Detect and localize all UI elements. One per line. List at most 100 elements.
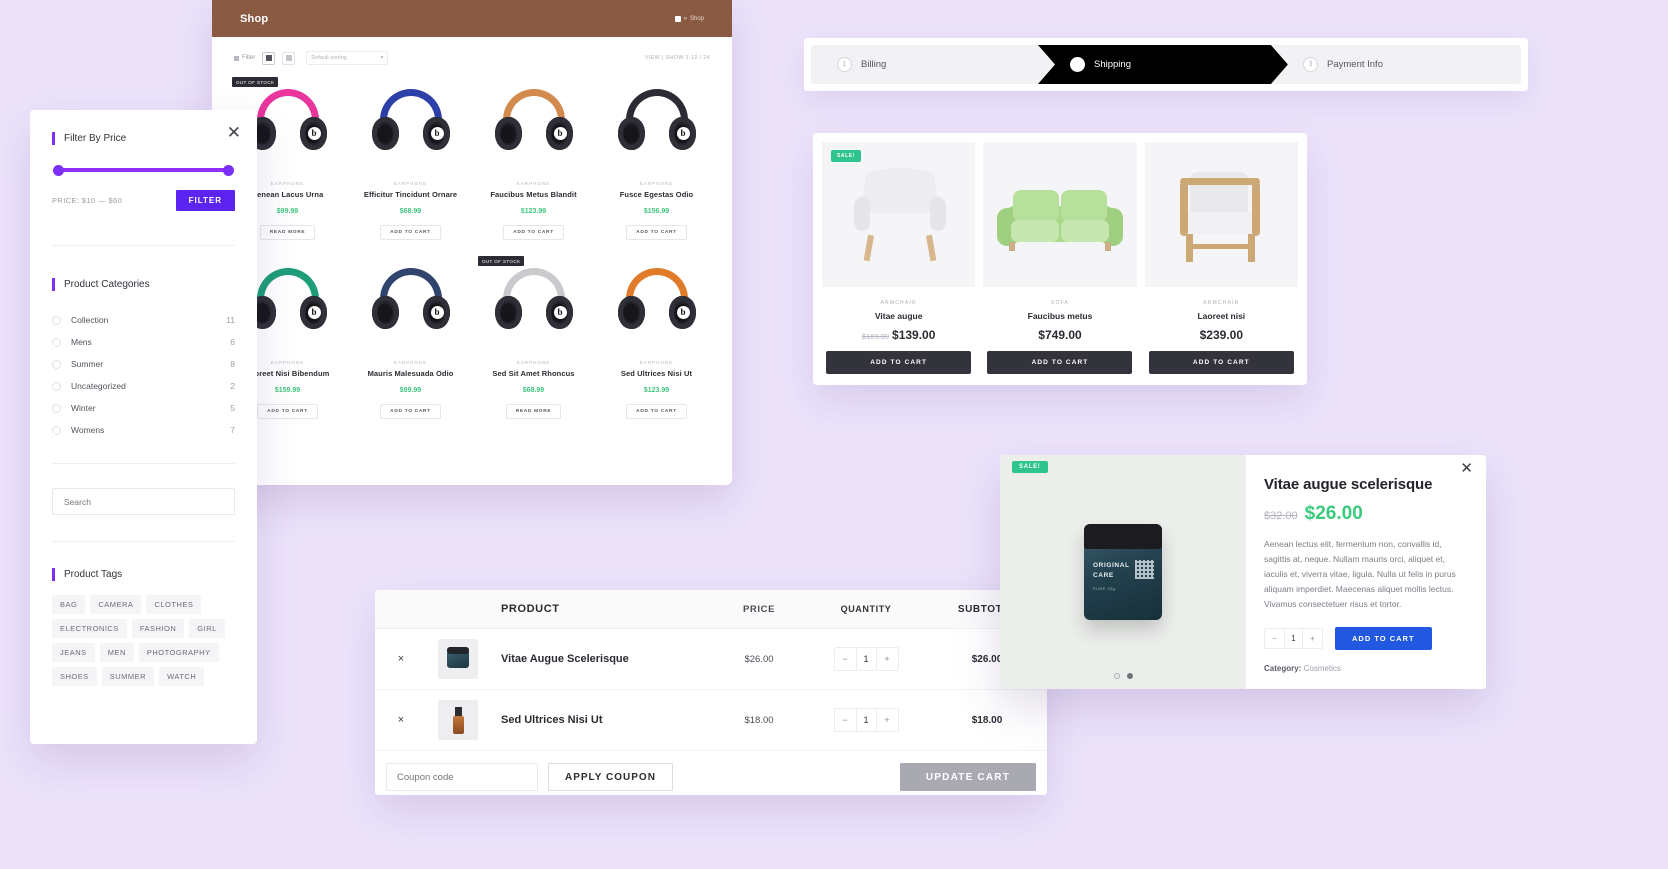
product-action-button[interactable]: ADD TO CART [503, 225, 564, 240]
product-price: $123.99 [520, 208, 547, 215]
category-row[interactable]: Winter 5 [52, 397, 235, 419]
furniture-product-card[interactable]: SALE! ARMCHAIR Vitae augue $169.00 $139.00 AD… [822, 142, 976, 376]
quantity-value[interactable]: 1 [1284, 629, 1303, 649]
product-card[interactable]: b EARPHONE Efficitur Tincidunt Ornare $68.9… [349, 73, 472, 252]
gallery-dot-2[interactable] [1126, 673, 1133, 679]
grid-view-button[interactable] [262, 51, 276, 65]
product-action-button[interactable]: ADD TO CART [380, 404, 441, 419]
product-action-button[interactable]: ADD TO CART [380, 225, 441, 240]
home-icon[interactable] [674, 15, 681, 22]
armchair-illustration [853, 168, 946, 262]
category-radio[interactable] [52, 381, 61, 391]
jar-text-2: CARE [1093, 572, 1114, 579]
filter-button[interactable]: FILTER [175, 190, 235, 211]
product-image: b [476, 77, 591, 175]
product-card[interactable]: b EARPHONE Fusce Egestas Odio $156.99 ADD TO… [595, 73, 718, 252]
category-radio[interactable] [52, 337, 61, 347]
quantity-increase-button[interactable]: + [877, 648, 898, 670]
slider-handle-min[interactable] [53, 165, 64, 176]
product-tag[interactable]: GIRL [189, 619, 225, 638]
category-radio[interactable] [52, 359, 61, 369]
quantity-value[interactable]: 1 [855, 648, 877, 670]
close-icon[interactable]: ✕ [1460, 461, 1473, 476]
close-icon[interactable]: ✕ [227, 124, 241, 141]
product-tag[interactable]: SHOES [52, 667, 97, 686]
remove-item-button[interactable]: × [375, 714, 427, 726]
quantity-increase-button[interactable]: + [1303, 629, 1322, 648]
sort-dropdown[interactable]: Default sorting ▾ [306, 51, 389, 65]
product-action-button[interactable]: ADD TO CART [626, 225, 687, 240]
category-count: 11 [226, 315, 235, 325]
product-quickview-modal: SALE! ORIGINAL CARE PURE 25g ✕ Vitae aug… [1000, 455, 1486, 689]
product-tag[interactable]: CAMERA [90, 595, 142, 614]
price-range-slider[interactable] [53, 165, 234, 176]
slider-handle-max[interactable] [223, 165, 234, 176]
add-to-cart-button[interactable]: ADD TO CART [987, 351, 1133, 374]
quantity-stepper[interactable]: −1 + [833, 647, 899, 671]
product-tag[interactable]: SUMMER [101, 667, 155, 686]
product-tag[interactable]: MEN [99, 643, 134, 662]
sale-badge: SALE! [831, 150, 861, 162]
quantity-decrease-button[interactable]: − [835, 648, 856, 670]
category-row[interactable]: Uncategorized 2 [52, 375, 235, 397]
furniture-product-card[interactable]: SOFA Faucibus metus $749.00 ADD TO CART [983, 142, 1137, 376]
quantity-increase-button[interactable]: + [877, 709, 898, 731]
checkout-step[interactable]: 2 Shipping [1038, 45, 1288, 84]
coupon-input[interactable] [386, 763, 538, 791]
product-image [1144, 142, 1298, 287]
apply-coupon-button[interactable]: APPLY COUPON [548, 763, 673, 791]
product-name[interactable]: Vitae Augue Scelerisque [489, 653, 713, 665]
product-name[interactable]: Sed Ultrices Nisi Ut [489, 714, 713, 726]
product-tag[interactable]: CLOTHES [146, 595, 202, 614]
add-to-cart-button[interactable]: ADD TO CART [1335, 627, 1432, 651]
remove-item-button[interactable]: × [375, 653, 427, 665]
product-tag[interactable]: FASHION [131, 619, 185, 638]
checkout-step[interactable]: 3 Payment Info [1271, 45, 1521, 84]
checkout-step[interactable]: 1 Billing [811, 45, 1055, 84]
product-thumbnail[interactable] [427, 639, 489, 679]
headphones-icon: b [617, 266, 696, 344]
product-card[interactable]: OUT OF STOCK b EARPHONE Sed Sit Amet Rhoncu… [472, 252, 595, 431]
category-radio[interactable] [52, 315, 61, 325]
category-row[interactable]: Womens 7 [52, 419, 235, 441]
list-view-button[interactable] [282, 51, 296, 65]
title-accent-bar [52, 568, 55, 581]
product-action-button[interactable]: ADD TO CART [626, 404, 687, 419]
category-row[interactable]: Summer 8 [52, 353, 235, 375]
update-cart-button[interactable]: UPDATE CART [899, 763, 1036, 791]
quantity-stepper[interactable]: −1 + [833, 708, 899, 732]
product-thumbnail[interactable] [427, 700, 489, 740]
search-input[interactable] [52, 488, 235, 515]
gallery-dot-1[interactable] [1113, 673, 1120, 679]
category-row[interactable]: Collection 11 [52, 309, 235, 331]
product-price: $156.99 [643, 208, 670, 215]
product-category: EARPHONE [393, 360, 428, 365]
product-action-button[interactable]: READ MORE [505, 404, 562, 419]
product-tag[interactable]: WATCH [159, 667, 205, 686]
product-price: $169.00 $139.00 [822, 328, 975, 342]
product-card[interactable]: b EARPHONE Mauris Malesuada Odio $99.99 ADD … [349, 252, 472, 431]
category-radio[interactable] [52, 425, 61, 435]
product-image [983, 142, 1137, 287]
product-action-button[interactable]: ADD TO CART [257, 404, 318, 419]
product-price: $68.99 [399, 208, 422, 215]
product-tag[interactable]: JEANS [52, 643, 95, 662]
product-tag[interactable]: PHOTOGRAPHY [138, 643, 219, 662]
product-action-button[interactable]: READ MORE [259, 225, 316, 240]
add-to-cart-button[interactable]: ADD TO CART [826, 351, 972, 374]
category-radio[interactable] [52, 403, 61, 413]
divider [52, 541, 235, 542]
product-card[interactable]: b EARPHONE Faucibus Metus Blandit $123.99 AD… [472, 73, 595, 252]
product-tag[interactable]: ELECTRONICS [52, 619, 127, 638]
quantity-decrease-button[interactable]: − [1265, 629, 1284, 648]
product-tag[interactable]: BAG [52, 595, 86, 614]
category-row[interactable]: Mens 6 [52, 331, 235, 353]
furniture-product-card[interactable]: ARMCHAIR Laoreet nisi $239.00 ADD TO CART [1144, 142, 1298, 376]
filter-toggle-button[interactable]: Filter [234, 55, 255, 61]
category-value[interactable]: Cosmetics [1304, 664, 1341, 673]
add-to-cart-button[interactable]: ADD TO CART [1148, 351, 1294, 374]
quantity-value[interactable]: 1 [855, 709, 877, 731]
quantity-decrease-button[interactable]: − [835, 709, 856, 731]
quantity-stepper[interactable]: − 1 + [1264, 628, 1323, 650]
product-card[interactable]: b EARPHONE Sed Ultrices Nisi Ut $123.99 ADD … [595, 252, 718, 431]
